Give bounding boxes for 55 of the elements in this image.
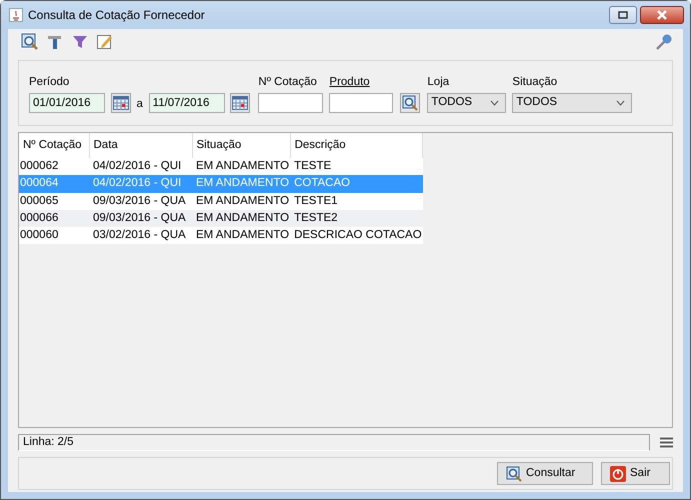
table-cell: 000064 (19, 175, 89, 192)
range-separator: a (136, 96, 143, 112)
table-cell: 000060 (19, 227, 89, 244)
date-field[interactable]: 01/01/2016 (29, 93, 105, 113)
table-cell: 04/02/2016 - QUI (89, 175, 192, 192)
edit-icon[interactable] (96, 33, 114, 51)
restore-button[interactable] (609, 6, 638, 24)
column-header[interactable]: Descrição (290, 133, 423, 158)
table-cell: TESTE2 (290, 210, 423, 227)
status-dropdown[interactable]: TODOS (512, 93, 632, 113)
table-cell: 000066 (19, 210, 89, 227)
date-field[interactable]: 11/07/2016 (148, 93, 225, 113)
chevron-down-icon (490, 100, 500, 106)
filter-icon[interactable] (71, 33, 89, 51)
table-cell: EM ANDAMENTO (192, 210, 290, 227)
close-icon (656, 10, 668, 20)
field-label: Período (29, 75, 70, 90)
table-cell: EM ANDAMENTO (192, 227, 290, 244)
table-cell: COTACAO (290, 175, 423, 192)
field-label: Loja (427, 75, 450, 90)
table-cell: 09/03/2016 - QUA (89, 192, 192, 210)
calendar-icon[interactable] (110, 93, 131, 113)
table-cell: DESCRICAO COTACAO (290, 227, 423, 244)
table-cell: EM ANDAMENTO (192, 175, 290, 192)
power-icon (610, 466, 626, 482)
column-header[interactable]: Situação (192, 133, 290, 158)
product-field[interactable] (329, 93, 394, 113)
chevron-down-icon (616, 100, 626, 106)
table-cell: 03/02/2016 - QUA (89, 227, 192, 244)
table-cell: EM ANDAMENTO (192, 158, 290, 176)
table-cell: TESTE1 (290, 192, 423, 210)
field-label: Nº Cotação (258, 75, 318, 90)
window-title: Consulta de Cotação Fornecedor (28, 7, 205, 24)
search-icon[interactable] (21, 33, 39, 51)
menu-icon[interactable] (660, 437, 673, 448)
field-label: Situação (512, 75, 558, 90)
close-button[interactable] (640, 6, 684, 24)
store-dropdown[interactable]: TODOS (427, 93, 506, 113)
calendar-icon[interactable] (230, 93, 250, 113)
product-link[interactable]: Produto (329, 74, 394, 90)
column-header[interactable]: Nº Cotação (19, 133, 89, 158)
restore-icon (618, 11, 628, 19)
quote-number-field[interactable] (258, 93, 324, 113)
table-cell: 04/02/2016 - QUI (89, 158, 192, 176)
table-cell: 000065 (19, 192, 89, 210)
search-icon (506, 466, 522, 482)
table-cell: TESTE (290, 158, 423, 176)
search-button[interactable]: Consultar (497, 462, 593, 485)
table-cell: 09/03/2016 - QUA (89, 210, 192, 227)
search-icon[interactable] (400, 93, 420, 113)
exit-button[interactable]: Sair (601, 462, 670, 485)
status-field: Linha: 2/5 (18, 434, 650, 451)
table-cell: 000062 (19, 158, 89, 176)
column-header[interactable]: Data (89, 133, 192, 158)
table-cell: EM ANDAMENTO (192, 192, 290, 210)
